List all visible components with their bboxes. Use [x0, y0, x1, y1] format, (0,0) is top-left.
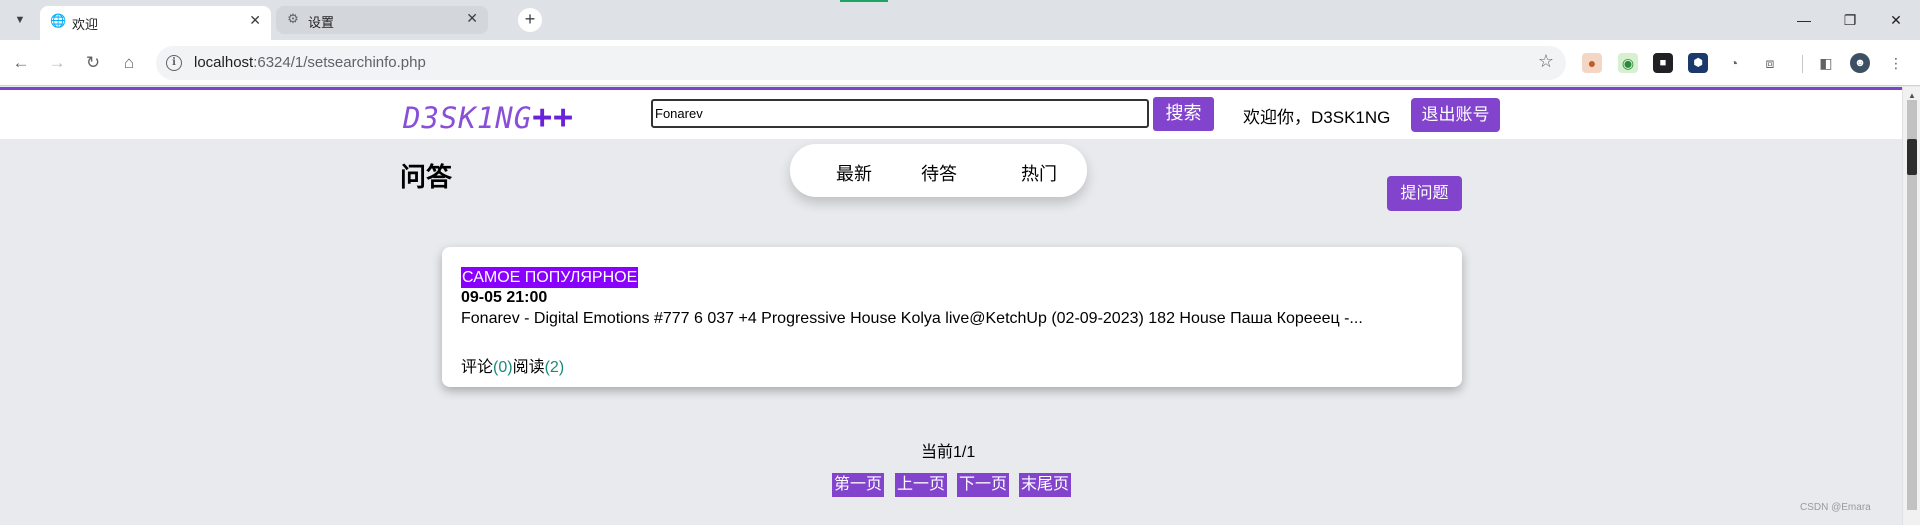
restore-icon[interactable]: ❐: [1830, 8, 1870, 32]
page-scrollbar[interactable]: ▲: [1902, 87, 1920, 525]
ask-question-button[interactable]: 提问题: [1387, 176, 1462, 211]
extension-gamepad-icon[interactable]: ■: [1653, 53, 1673, 73]
browser-tab-strip: ▼ 🌐 欢迎 ✕ ⚙ 设置 ✕ + — ❐ ✕: [0, 0, 1920, 40]
browser-tab-settings[interactable]: ⚙ 设置 ✕: [276, 6, 488, 34]
pagination-info: 当前1/1: [921, 444, 976, 461]
browser-tab-welcome[interactable]: 🌐 欢迎 ✕: [40, 6, 271, 40]
next-page-button[interactable]: 下一页: [957, 473, 1009, 497]
url-host: localhost: [194, 54, 254, 71]
gear-icon: ⚙: [287, 11, 299, 26]
window-close-icon[interactable]: ✕: [1876, 8, 1916, 32]
forward-arrow-icon[interactable]: →: [44, 50, 70, 76]
side-panel-icon[interactable]: ◧: [1816, 53, 1836, 73]
search-button[interactable]: 搜索: [1153, 97, 1214, 131]
page-title: 问答: [400, 162, 453, 192]
reads-count: (2): [544, 359, 565, 376]
home-icon[interactable]: ⌂: [116, 50, 142, 76]
more-menu-icon[interactable]: ⋮: [1886, 53, 1906, 73]
scroll-up-icon[interactable]: ▲: [1908, 91, 1916, 100]
page-viewport: D3SK1NG++ 搜索 欢迎你，D3SK1NG 退出账号 问答 最新 待答 热…: [0, 87, 1902, 525]
last-page-button[interactable]: 末尾页: [1019, 473, 1071, 497]
question-date: 09-05 21:00: [461, 289, 548, 306]
address-bar[interactable]: i localhost:6324/1/setsearchinfo.php ☆: [156, 46, 1566, 80]
reads-label: 阅读: [512, 359, 545, 376]
tab-label: 设置: [308, 15, 335, 30]
sort-tabs: 最新 待答 热门: [790, 144, 1087, 197]
logout-button[interactable]: 退出账号: [1411, 98, 1500, 132]
url-path: :6324/1/setsearchinfo.php: [253, 54, 426, 71]
extension-speedometer-icon[interactable]: ◔: [1724, 53, 1744, 73]
close-icon[interactable]: ✕: [249, 13, 261, 27]
question-title[interactable]: САМОЕ ПОПУЛЯРНОЕ: [461, 267, 639, 288]
reload-icon[interactable]: ↻: [80, 50, 106, 76]
browser-toolbar: ← → ↻ ⌂ i localhost:6324/1/setsearchinfo…: [0, 40, 1920, 86]
first-page-button[interactable]: 第一页: [832, 473, 884, 497]
tab-label: 欢迎: [72, 17, 99, 32]
new-tab-button[interactable]: +: [518, 8, 542, 32]
extension-globe-icon[interactable]: ◉: [1618, 53, 1638, 73]
site-header: D3SK1NG++ 搜索 欢迎你，D3SK1NG 退出账号: [0, 87, 1902, 139]
site-logo[interactable]: D3SK1NG++: [403, 97, 574, 136]
top-indicator: [840, 0, 888, 2]
welcome-text: 欢迎你，D3SK1NG: [1243, 108, 1391, 127]
comments-count: (0): [493, 359, 513, 376]
address-url[interactable]: localhost:6324/1/setsearchinfo.php: [194, 54, 426, 71]
scroll-marker: [1907, 139, 1917, 175]
profile-avatar[interactable]: ☻: [1850, 53, 1870, 73]
extension-cookie-icon[interactable]: ●: [1582, 53, 1602, 73]
minimize-icon[interactable]: —: [1784, 8, 1824, 32]
question-stats: 评论(0)阅读(2): [461, 353, 564, 377]
tab-search-chevron-icon[interactable]: ▼: [8, 9, 32, 31]
close-icon[interactable]: ✕: [466, 11, 478, 25]
globe-icon: 🌐: [50, 13, 67, 28]
toolbar-divider: [1802, 55, 1803, 73]
tab-latest[interactable]: 最新: [836, 160, 872, 186]
tab-popular[interactable]: 热门: [1021, 160, 1057, 186]
back-arrow-icon[interactable]: ←: [8, 50, 34, 76]
extension-hexagon-icon[interactable]: ⬢: [1688, 53, 1708, 73]
question-excerpt: Fonarev - Digital Emotions #777 6 037 +4…: [461, 310, 1363, 327]
tab-unanswered[interactable]: 待答: [921, 160, 957, 186]
search-input[interactable]: [651, 99, 1149, 128]
bookmark-star-icon[interactable]: ☆: [1538, 51, 1554, 72]
extensions-puzzle-icon[interactable]: ⧈: [1760, 53, 1780, 73]
comments-label: 评论: [461, 359, 494, 376]
watermark: CSDN @Emara: [1800, 502, 1871, 513]
site-info-icon[interactable]: i: [166, 55, 182, 71]
question-card[interactable]: САМОЕ ПОПУЛЯРНОЕ 09-05 21:00 Fonarev - D…: [442, 247, 1462, 387]
prev-page-button[interactable]: 上一页: [895, 473, 947, 497]
logo-text: D3SK1NG: [403, 101, 533, 135]
logo-suffix: ++: [532, 97, 574, 136]
